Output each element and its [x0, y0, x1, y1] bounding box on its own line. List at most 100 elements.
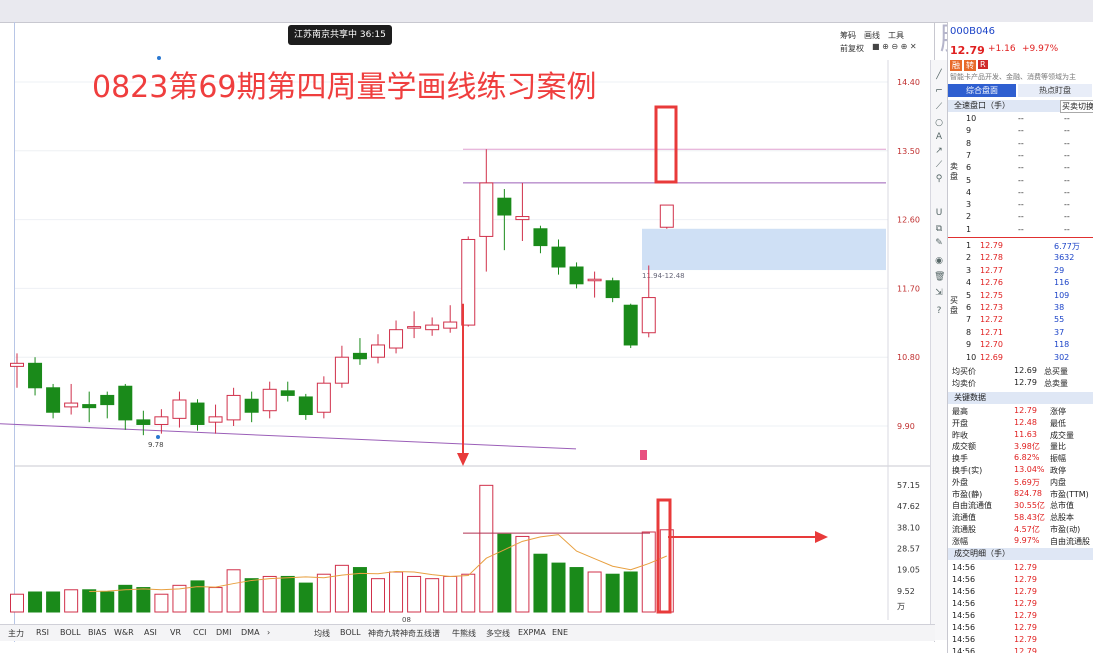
indicator-tab[interactable]: BOLL [60, 628, 81, 637]
candle-body [244, 398, 259, 413]
ray-tool-icon[interactable]: ⌐ [934, 86, 944, 96]
price-change: +1.16 [988, 44, 1016, 54]
candle-body [154, 416, 169, 425]
arrow-tool-icon[interactable]: ↗ [934, 146, 944, 156]
eye-icon[interactable]: ◉ [934, 256, 944, 266]
volume-tick-label: 9.52 [897, 587, 915, 596]
key-label: 换手(实) [952, 466, 983, 475]
sell-level-row[interactable]: 10 -- -- [948, 114, 1093, 126]
indicator-tab[interactable]: 牛熊线 [452, 628, 476, 639]
export-icon[interactable]: ⇲ [934, 288, 944, 298]
level-index: 5 [966, 290, 972, 300]
sell-level-row[interactable]: 3 -- -- [948, 200, 1093, 212]
indicator-tab[interactable]: BOLL [340, 628, 361, 637]
indicator-tab[interactable]: VR [170, 628, 181, 637]
trade-row: 14:56 12.79 [948, 611, 1093, 623]
tab-hot[interactable]: 热点盯盘 [1018, 84, 1092, 97]
text-tool-icon[interactable]: A [934, 132, 944, 142]
fq-select[interactable]: 前复权 [840, 43, 864, 54]
candle-body [226, 394, 241, 421]
key-label-2: 振幅 [1050, 454, 1066, 464]
level-index: 9 [966, 126, 972, 136]
buy-level-row[interactable]: 9 12.70 118 [948, 340, 1093, 352]
indicator-tab[interactable]: BIAS [88, 628, 106, 637]
key-label-2: 自由流通股 [1050, 536, 1090, 546]
line-tool-icon[interactable]: ╱ [934, 70, 944, 80]
buy-level-row[interactable]: 3 12.77 29 [948, 266, 1093, 278]
sell-level-row[interactable]: 7 -- -- [948, 151, 1093, 163]
level-price: 12.70 [980, 340, 1003, 350]
chart-ctrl-icons[interactable]: ■ ⊕ ⊖ ⊕ ✕ [872, 42, 917, 51]
buy-level-row[interactable]: 8 12.71 37 [948, 328, 1093, 340]
sell-level-row[interactable]: 8 -- -- [948, 139, 1093, 151]
indicator-tab[interactable]: › [267, 628, 270, 637]
tab-overview[interactable]: 综合盘面 [948, 84, 1016, 97]
buy-level-row[interactable]: 2 12.78 3632 [948, 253, 1093, 265]
help-icon[interactable]: ? [934, 306, 944, 316]
candle-body [352, 352, 367, 360]
indicator-tab[interactable]: 神奇九转 [368, 628, 400, 639]
buy-level-row[interactable]: 7 12.72 55 [948, 315, 1093, 327]
sell-level-row[interactable]: 1 -- -- [948, 225, 1093, 237]
indicator-tab[interactable]: DMA [241, 628, 260, 637]
candle-body [569, 266, 584, 285]
buy-level-row[interactable]: 1 12.79 6.77万 [948, 241, 1093, 253]
candle-body [28, 362, 43, 389]
tools-menu[interactable]: 工具 [888, 30, 904, 41]
channel-tool-icon[interactable]: ⟋ [934, 160, 944, 170]
buy-level-row[interactable]: 5 12.75 109 [948, 291, 1093, 303]
volume-bar [154, 593, 169, 613]
circle-tool-icon[interactable]: ○ [934, 118, 944, 128]
chart-toolbar: 筹码 画线 工具 前复权 ■ ⊕ ⊖ ⊕ ✕ [840, 30, 935, 56]
avg-sell-label: 均卖价 [952, 379, 976, 388]
candle-body [190, 402, 205, 425]
buy-level-row[interactable]: 4 12.76 116 [948, 278, 1093, 290]
trash-icon[interactable]: 🗑 [934, 272, 945, 282]
level-price: 12.71 [980, 327, 1003, 337]
key-label: 换手 [952, 454, 968, 464]
segment-tool-icon[interactable]: ⟋ [934, 102, 944, 112]
magnet-icon[interactable]: U [934, 208, 944, 218]
volume-tick-label: 47.62 [897, 502, 920, 511]
key-label: 市盈(静) [952, 489, 983, 499]
indicator-tab[interactable]: RSI [36, 628, 49, 637]
level-price: 12.78 [980, 253, 1003, 263]
copy-icon[interactable]: ⧉ [934, 224, 944, 234]
level-index: 2 [966, 212, 972, 222]
candle-body [551, 246, 566, 268]
chip-button[interactable]: 筹码 [840, 30, 856, 41]
indicator-tab[interactable]: 均线 [314, 628, 330, 639]
order-book-toggle[interactable]: 买卖切换 [1060, 100, 1093, 113]
sell-level-row[interactable]: 5 -- -- [948, 176, 1093, 188]
buy-level-row[interactable]: 6 12.73 38 [948, 303, 1093, 315]
sell-level-row[interactable]: 2 -- -- [948, 212, 1093, 224]
panel-tabs: 综合盘面 热点盯盘 [948, 84, 1093, 97]
indicator-tab[interactable]: CCI [193, 628, 207, 637]
draw-line-button[interactable]: 画线 [864, 30, 880, 41]
level-price: -- [1018, 126, 1024, 136]
selection-handle [156, 435, 160, 439]
sell-level-row[interactable]: 6 -- -- [948, 163, 1093, 175]
buy-level-row[interactable]: 10 12.69 302 [948, 353, 1093, 365]
edit-icon[interactable]: ✎ [934, 238, 944, 248]
recording-badge: 江苏南京共享中 36:15 [288, 25, 392, 45]
key-label-2: 最低 [1050, 418, 1066, 428]
volume-bar [28, 591, 43, 613]
indicator-tab[interactable]: EXPMA [518, 628, 546, 637]
sell-level-row[interactable]: 9 -- -- [948, 126, 1093, 138]
candle-body [316, 382, 331, 413]
indicator-tab[interactable]: 神奇五线谱 [400, 628, 440, 639]
indicator-tab[interactable]: ASI [144, 628, 157, 637]
indicator-tab[interactable]: DMI [216, 628, 231, 637]
key-data-row: 流通值 58.43亿 总股本 [948, 512, 1093, 524]
volume-tick-label: 万 [897, 602, 905, 611]
sell-level-row[interactable]: 4 -- -- [948, 188, 1093, 200]
indicator-tab[interactable]: 多空线 [486, 628, 510, 639]
indicator-tab[interactable]: 主力 [8, 628, 24, 639]
indicator-tab[interactable]: W&R [114, 628, 134, 637]
key-value: 3.98亿 [1014, 442, 1040, 452]
indicator-tab[interactable]: ENE [552, 628, 568, 637]
level-volume: 37 [1054, 327, 1065, 337]
trade-price: 12.79 [1014, 587, 1037, 596]
fib-tool-icon[interactable]: ⚲ [934, 174, 944, 184]
